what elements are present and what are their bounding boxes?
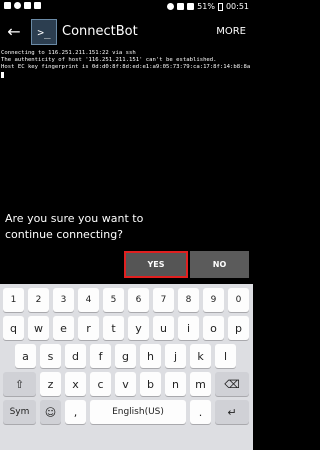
soft-keyboard: 1 2 3 4 5 6 7 8 9 0 q w e r t y u i o p …	[0, 284, 253, 450]
key-w[interactable]: w	[28, 316, 49, 340]
more-button[interactable]: MORE	[216, 26, 246, 37]
key-k[interactable]: k	[190, 344, 211, 368]
terminal-line: The authenticity of host '116.251.211.15…	[1, 57, 217, 64]
image-icon	[24, 2, 31, 9]
cast-icon	[34, 2, 41, 9]
bluetooth-icon	[167, 3, 175, 10]
key-9[interactable]: 9	[203, 288, 224, 312]
key-e[interactable]: e	[53, 316, 74, 340]
key-c[interactable]: c	[90, 372, 111, 396]
backspace-key-icon[interactable]: ⌫	[215, 372, 249, 396]
battery-icon	[217, 2, 223, 11]
clock: 00:51	[225, 2, 249, 11]
key-7[interactable]: 7	[153, 288, 174, 312]
key-2[interactable]: 2	[28, 288, 49, 312]
key-q[interactable]: q	[3, 316, 24, 340]
sym-key[interactable]: Sym	[3, 400, 36, 424]
number-row: 1 2 3 4 5 6 7 8 9 0	[0, 288, 253, 316]
enter-key-icon[interactable]: ↵	[215, 400, 249, 424]
key-x[interactable]: x	[65, 372, 86, 396]
letter-row-3: ⇧ z x c v b n m ⌫	[0, 372, 253, 400]
key-f[interactable]: f	[90, 344, 111, 368]
key-m[interactable]: m	[190, 372, 211, 396]
key-p[interactable]: p	[228, 316, 249, 340]
key-0[interactable]: 0	[228, 288, 249, 312]
key-5[interactable]: 5	[103, 288, 124, 312]
battery-percentage: 51%	[197, 2, 215, 11]
emoji-key-icon[interactable]: ☺	[40, 400, 61, 424]
key-z[interactable]: z	[40, 372, 61, 396]
connectbot-app-icon: >_	[31, 19, 57, 45]
key-l[interactable]: l	[215, 344, 236, 368]
shift-key-icon[interactable]: ⇧	[3, 372, 36, 396]
space-key[interactable]: English(US)	[90, 400, 186, 424]
key-o[interactable]: o	[203, 316, 224, 340]
key-d[interactable]: d	[65, 344, 86, 368]
key-6[interactable]: 6	[128, 288, 149, 312]
comma-key[interactable]: ,	[65, 400, 86, 424]
app-bar: ← >_ ConnectBot MORE	[0, 14, 253, 50]
bottom-row: Sym ☺ , English(US) . ↵	[0, 400, 253, 428]
key-h[interactable]: h	[140, 344, 161, 368]
yes-button[interactable]: YES	[124, 251, 188, 278]
notification-icon	[14, 2, 21, 9]
key-u[interactable]: u	[153, 316, 174, 340]
key-r[interactable]: r	[78, 316, 99, 340]
terminal-line: Host EC key fingerprint is 0d:d0:8f:8d:e…	[1, 64, 251, 71]
signal-icon	[187, 3, 195, 10]
period-key[interactable]: .	[190, 400, 211, 424]
key-j[interactable]: j	[165, 344, 186, 368]
key-b[interactable]: b	[140, 372, 161, 396]
key-1[interactable]: 1	[3, 288, 24, 312]
key-y[interactable]: y	[128, 316, 149, 340]
wifi-icon	[177, 3, 185, 10]
key-8[interactable]: 8	[178, 288, 199, 312]
letter-row-1: q w e r t y u i o p	[0, 316, 253, 344]
status-bar: 51% 00:51	[0, 0, 253, 14]
key-3[interactable]: 3	[53, 288, 74, 312]
key-4[interactable]: 4	[78, 288, 99, 312]
host-verification-question: Are you sure you want to continue connec…	[5, 212, 144, 241]
key-g[interactable]: g	[115, 344, 136, 368]
key-t[interactable]: t	[103, 316, 124, 340]
key-s[interactable]: s	[40, 344, 61, 368]
key-i[interactable]: i	[178, 316, 199, 340]
app-title: ConnectBot	[62, 24, 138, 39]
no-button[interactable]: NO	[190, 251, 249, 278]
back-arrow-icon[interactable]: ←	[5, 23, 23, 41]
key-v[interactable]: v	[115, 372, 136, 396]
terminal-line: Connecting to 116.251.211.151:22 via ssh	[1, 50, 136, 56]
letter-row-2: a s d f g h j k l	[0, 344, 253, 372]
key-n[interactable]: n	[165, 372, 186, 396]
key-a[interactable]: a	[15, 344, 36, 368]
message-icon	[4, 2, 11, 9]
terminal-output[interactable]: Connecting to 116.251.211.151:22 via ssh…	[1, 50, 252, 200]
terminal-cursor	[1, 71, 4, 78]
